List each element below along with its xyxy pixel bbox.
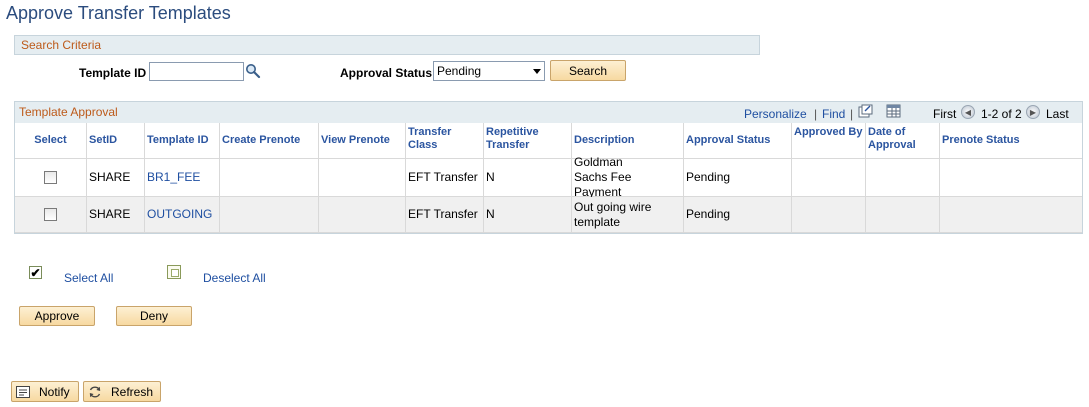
select-all-link[interactable]: Select All bbox=[64, 271, 113, 285]
col-header-repetitive-transfer: Repetitive Transfer bbox=[484, 123, 572, 159]
checkmark-icon[interactable]: ✔ bbox=[29, 266, 42, 279]
approve-button[interactable]: Approve bbox=[19, 306, 95, 326]
prenote-status-cell bbox=[940, 159, 1082, 197]
date-of-approval-cell bbox=[866, 159, 940, 197]
select-cell bbox=[15, 159, 87, 197]
approval-status-value: Pending bbox=[437, 64, 482, 78]
approved-by-cell bbox=[792, 159, 866, 197]
setid-cell: SHARE bbox=[87, 197, 145, 233]
search-button[interactable]: Search bbox=[550, 60, 626, 81]
deny-button[interactable]: Deny bbox=[116, 306, 192, 326]
create-prenote-cell bbox=[220, 159, 319, 197]
setid-cell: SHARE bbox=[87, 159, 145, 197]
repetitive-transfer-cell: N bbox=[484, 197, 572, 233]
template-id-cell: OUTGOING bbox=[145, 197, 220, 233]
magnifier-icon[interactable] bbox=[245, 63, 261, 79]
approval-status-select[interactable]: Pending bbox=[433, 61, 545, 81]
col-header-approved-by: Approved By bbox=[792, 123, 866, 159]
transfer-class-cell: EFT Transfer bbox=[406, 159, 484, 197]
page-title: Approve Transfer Templates bbox=[6, 3, 231, 23]
approved-by-cell bbox=[792, 197, 866, 233]
nav-separator: | bbox=[814, 107, 818, 121]
refresh-button[interactable]: Refresh bbox=[83, 381, 161, 402]
first-label: First bbox=[933, 107, 957, 121]
refresh-icon bbox=[88, 385, 102, 399]
prenote-status-cell bbox=[940, 197, 1082, 233]
col-header-transfer-class: Transfer Class bbox=[406, 123, 484, 159]
find-link[interactable]: Find bbox=[822, 107, 845, 121]
download-grid-icon[interactable] bbox=[886, 104, 901, 118]
search-criteria-bar: Search Criteria bbox=[14, 35, 760, 55]
col-header-setid: SetID bbox=[87, 123, 145, 159]
template-approval-grid: Template Approval Personalize | Find | F… bbox=[14, 101, 1083, 234]
select-cell bbox=[15, 197, 87, 233]
description-cell: Out going wire template bbox=[572, 197, 684, 233]
col-header-view-prenote: View Prenote bbox=[319, 123, 406, 159]
next-arrow-icon[interactable]: ▶ bbox=[1026, 105, 1040, 119]
row-select-checkbox[interactable] bbox=[44, 171, 57, 184]
create-prenote-cell bbox=[220, 197, 319, 233]
repetitive-transfer-cell: N bbox=[484, 159, 572, 197]
view-prenote-cell bbox=[319, 197, 406, 233]
approval-status-cell: Pending bbox=[684, 159, 792, 197]
date-of-approval-cell bbox=[866, 197, 940, 233]
col-header-date-of-approval: Date of Approval bbox=[866, 123, 940, 159]
table-row: SHARE OUTGOING EFT Transfer N Out going … bbox=[15, 197, 1082, 233]
previous-arrow-icon[interactable]: ◀ bbox=[961, 105, 975, 119]
personalize-link[interactable]: Personalize bbox=[744, 107, 807, 121]
approval-status-cell: Pending bbox=[684, 197, 792, 233]
template-id-input[interactable] bbox=[149, 62, 244, 81]
chevron-down-icon bbox=[533, 69, 541, 74]
row-range-label: 1-2 of 2 bbox=[981, 107, 1022, 121]
search-criteria-label: Search Criteria bbox=[21, 38, 102, 52]
view-prenote-cell bbox=[319, 159, 406, 197]
approval-status-label: Approval Status bbox=[340, 66, 433, 80]
view-all-icon[interactable] bbox=[858, 104, 873, 118]
nav-separator: | bbox=[850, 107, 854, 121]
notify-icon bbox=[16, 385, 30, 398]
last-label: Last bbox=[1046, 107, 1069, 121]
notify-label: Notify bbox=[39, 384, 70, 399]
col-header-prenote-status: Prenote Status bbox=[940, 123, 1082, 159]
col-header-create-prenote: Create Prenote bbox=[220, 123, 319, 159]
grid-header-bar: Template Approval Personalize | Find | F… bbox=[15, 102, 1082, 123]
template-id-link[interactable]: BR1_FEE bbox=[147, 170, 200, 185]
refresh-label: Refresh bbox=[111, 384, 154, 399]
row-select-checkbox[interactable] bbox=[44, 208, 57, 221]
template-id-cell: BR1_FEE bbox=[145, 159, 220, 197]
grid-title: Template Approval bbox=[19, 105, 118, 119]
deselect-box-icon[interactable] bbox=[167, 265, 181, 279]
template-id-link[interactable]: OUTGOING bbox=[147, 207, 212, 222]
col-header-select: Select bbox=[15, 123, 87, 159]
deselect-all-link[interactable]: Deselect All bbox=[203, 271, 266, 285]
transfer-class-cell: EFT Transfer bbox=[406, 197, 484, 233]
template-id-label: Template ID bbox=[79, 66, 147, 80]
col-header-approval-status: Approval Status bbox=[684, 123, 792, 159]
description-cell: Goldman Sachs Fee Payment bbox=[572, 155, 684, 199]
col-header-description: Description bbox=[572, 123, 684, 159]
col-header-template-id[interactable]: Template ID bbox=[145, 123, 220, 159]
notify-button[interactable]: Notify bbox=[11, 381, 79, 402]
table-row: SHARE BR1_FEE EFT Transfer N Goldman Sac… bbox=[15, 155, 1082, 199]
